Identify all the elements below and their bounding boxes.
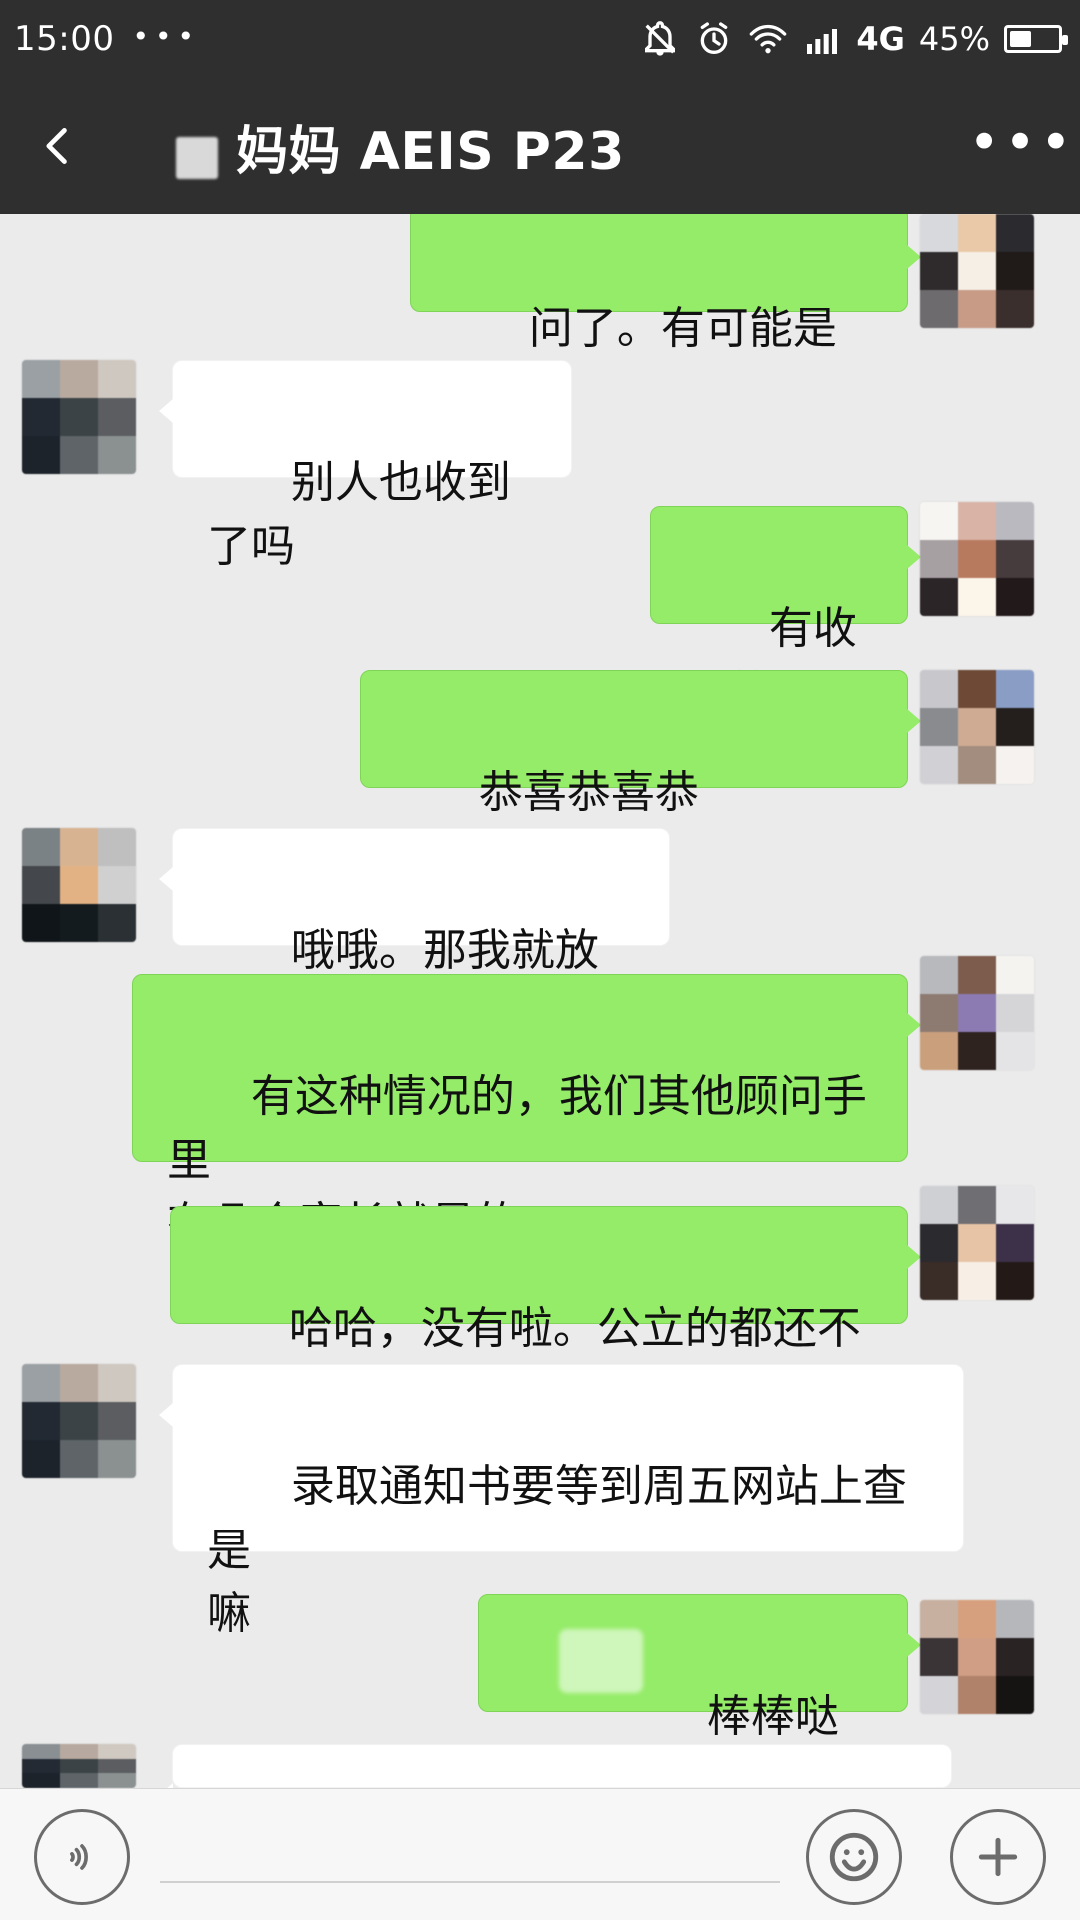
- message-bubble-right[interactable]: 有收到的: [650, 506, 921, 718]
- chat-area[interactable]: 问了。有可能是真的 别人也收到了吗 有收到的: [0, 214, 1080, 1788]
- voice-icon: [70, 1844, 88, 1870]
- avatar-right[interactable]: [920, 1186, 1034, 1300]
- avatar-pixels: [22, 1744, 136, 1788]
- plus-button[interactable]: [950, 1809, 1046, 1905]
- message-row: 录取通知书要等到周五网站上查是 嘛: [0, 1364, 1080, 1639]
- avatar-pixels: [920, 1600, 1034, 1714]
- emoji-icon: [829, 1832, 879, 1882]
- message-bubble-left-partial[interactable]: [159, 1744, 952, 1788]
- avatar-left[interactable]: [22, 360, 136, 474]
- chat-title-wrap: 妈妈 AEIS P23: [116, 109, 964, 184]
- avatar-pixels: [920, 1186, 1034, 1300]
- message-text: 别人也收到了吗: [207, 456, 511, 572]
- message-bubble-right[interactable]: 问了。有可能是真的: [410, 214, 921, 418]
- message-bubble-right[interactable]: 恭喜恭喜恭喜！！！！: [360, 670, 921, 882]
- avatar-left[interactable]: [22, 828, 136, 942]
- chevron-left-icon: [46, 128, 67, 164]
- status-left: 15:00 •••: [14, 19, 200, 59]
- more-button[interactable]: •••: [964, 74, 1080, 210]
- message-input[interactable]: [160, 1881, 780, 1883]
- battery-icon: [1004, 25, 1068, 53]
- avatar-pixels: [920, 670, 1034, 784]
- mute-icon: [645, 21, 676, 56]
- network-type: 4G: [856, 20, 905, 58]
- message-text: 棒棒哒: [706, 1690, 839, 1742]
- avatar-left[interactable]: [22, 1364, 136, 1478]
- blurred-avatar-snippet: [176, 137, 218, 179]
- status-dots: •••: [132, 19, 201, 53]
- message-bubble-left[interactable]: 录取通知书要等到周五网站上查是 嘛: [159, 1364, 964, 1639]
- avatar-right[interactable]: [920, 956, 1034, 1070]
- more-icon: •••: [968, 110, 1076, 174]
- status-bar: 15:00 ••• 4G 45%: [0, 0, 1080, 78]
- plus-icon: [978, 1837, 1018, 1877]
- voice-button[interactable]: [34, 1809, 130, 1905]
- message-row: 哦哦。那我就放心了: [0, 828, 1080, 1040]
- message-row: [0, 1744, 1080, 1788]
- message-bubble-right[interactable]: 有这种情况的，我们其他顾问手里 有几个家长就是的: [132, 974, 921, 1249]
- message-row: 恭喜恭喜恭喜！！！！: [0, 670, 1080, 882]
- avatar-right[interactable]: [920, 214, 1034, 328]
- battery-percent: 45%: [918, 20, 990, 58]
- alarm-icon: [701, 22, 728, 55]
- avatar-pixels: [22, 1364, 136, 1478]
- status-time: 15:00: [14, 19, 115, 59]
- avatar-pixels: [920, 956, 1034, 1070]
- message-row: 有收到的: [0, 502, 1080, 718]
- avatar-right[interactable]: [920, 1600, 1034, 1714]
- signal-icon: [807, 29, 838, 54]
- back-button[interactable]: [0, 78, 116, 214]
- chat-header: 妈妈 AEIS P23 •••: [0, 78, 1080, 214]
- message-bubble-left[interactable]: 别人也收到了吗: [159, 360, 572, 572]
- battery-fill: [1010, 31, 1031, 47]
- message-row: 棒棒哒: [0, 1594, 1080, 1788]
- message-bubble-left[interactable]: 哦哦。那我就放心了: [159, 828, 670, 1040]
- avatar-right[interactable]: [920, 502, 1034, 616]
- message-bubble-right[interactable]: 哈哈，没有啦。公立的都还不错: [170, 1206, 921, 1418]
- emoji-button[interactable]: [806, 1809, 902, 1905]
- avatar-pixels: [920, 502, 1034, 616]
- avatar-right[interactable]: [920, 670, 1034, 784]
- message-bubble-right[interactable]: 棒棒哒: [478, 1594, 921, 1788]
- avatar-pixels: [920, 214, 1034, 328]
- message-row: 问了。有可能是真的: [0, 214, 1080, 418]
- avatar-pixels: [22, 828, 136, 942]
- message-row: 有这种情况的，我们其他顾问手里 有几个家长就是的: [0, 956, 1080, 1249]
- message-row: 别人也收到了吗: [0, 360, 1080, 572]
- avatar-left[interactable]: [22, 1744, 136, 1788]
- status-right: 4G 45%: [640, 19, 1068, 59]
- chat-title: 妈妈 AEIS P23: [236, 121, 625, 182]
- avatar-pixels: [22, 360, 136, 474]
- wifi-icon: [750, 24, 787, 54]
- input-bar: [0, 1788, 1080, 1920]
- message-row: 哈哈，没有啦。公立的都还不错: [0, 1186, 1080, 1418]
